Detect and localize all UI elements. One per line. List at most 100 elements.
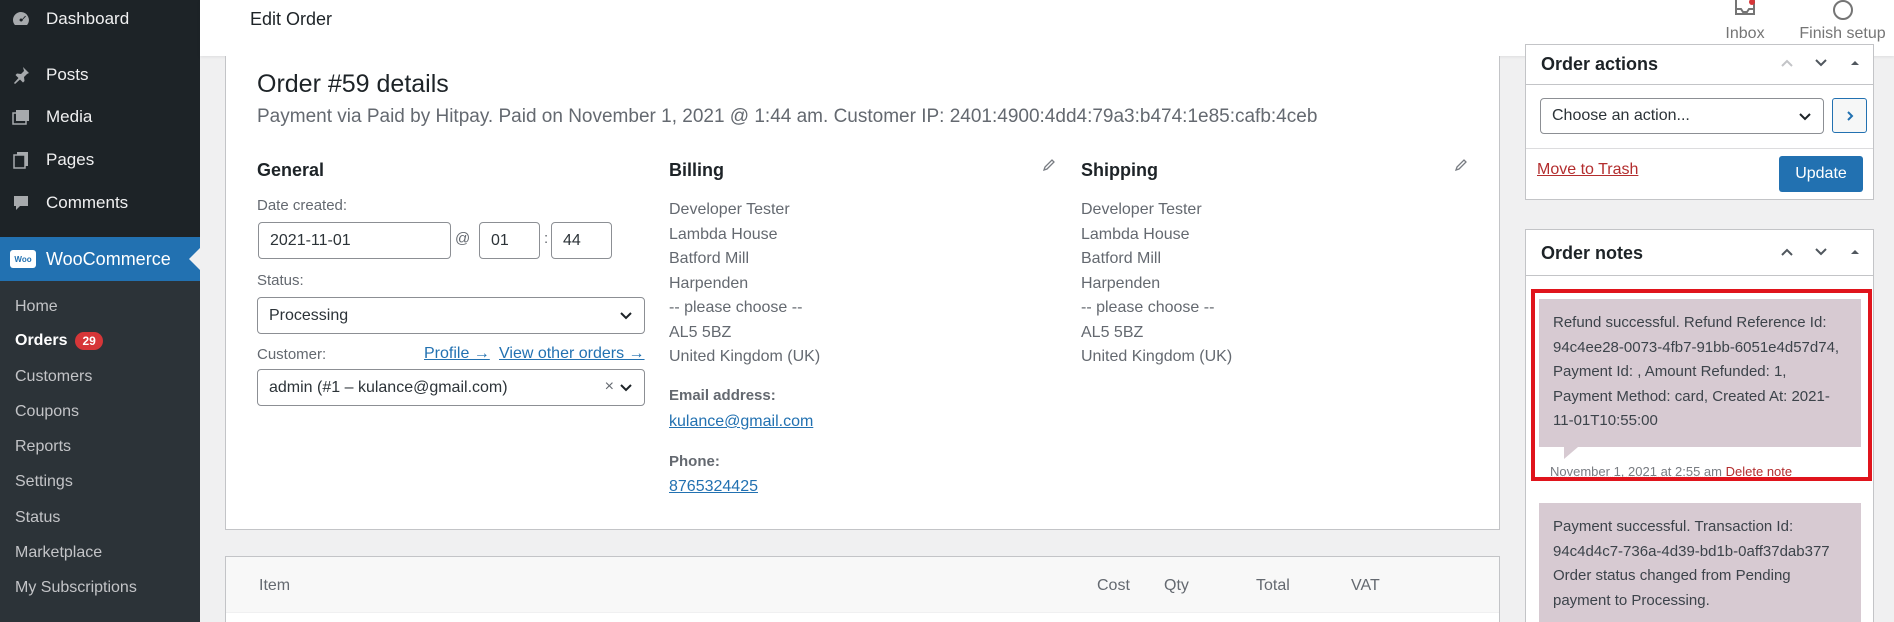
customer-value: admin (#1 – kulance@gmail.com) [269, 379, 508, 397]
sidebar-item-label: Comments [46, 193, 128, 213]
status-value: Processing [269, 307, 348, 325]
submenu-label: Marketplace [15, 544, 102, 562]
divider [1526, 148, 1873, 149]
finish-setup-button[interactable]: Finish setup [1795, 0, 1890, 43]
sidebar-item-label: Dashboard [46, 9, 129, 29]
order-actions-title: Order actions [1541, 54, 1658, 75]
time-separator: : [544, 230, 548, 247]
shipping-address: Developer Tester Lambda House Batford Mi… [1081, 198, 1232, 370]
billing-address: Developer Tester Lambda House Batford Mi… [669, 198, 820, 370]
order-data-panel: Order #59 details Payment via Paid by Hi… [225, 56, 1500, 530]
submenu-label: Status [15, 509, 60, 527]
chevron-down-icon [1797, 109, 1813, 125]
customer-label: Customer: [257, 346, 326, 363]
submenu-item-customers[interactable]: Customers [15, 368, 92, 386]
sidebar-item-label: Pages [46, 150, 94, 170]
progress-ring-icon [1832, 0, 1854, 20]
sidebar-item-woocommerce[interactable]: Woo WooCommerce [0, 237, 200, 281]
billing-email-link[interactable]: kulance@gmail.com [669, 413, 813, 431]
edit-shipping-pencil-icon[interactable] [1454, 158, 1468, 172]
order-action-select[interactable]: Choose an action... [1540, 98, 1824, 134]
order-actions-header: Order actions [1526, 45, 1873, 85]
address-line: Batford Mill [669, 247, 820, 272]
sidebar-item-posts[interactable]: Posts [0, 60, 200, 90]
sidebar-item-label: Media [46, 107, 92, 127]
address-line: United Kingdom (UK) [669, 345, 820, 370]
submenu-item-orders[interactable]: Orders 29 [15, 332, 103, 350]
submenu-item-settings[interactable]: Settings [15, 473, 73, 491]
hour-input[interactable]: 01 [479, 222, 540, 259]
items-table-header: Item Cost Qty Total VAT [226, 557, 1499, 613]
pin-icon [10, 64, 32, 86]
view-other-orders-link[interactable]: View other orders → [499, 345, 645, 363]
minute-input[interactable]: 44 [551, 222, 612, 259]
sidebar-item-pages[interactable]: Pages [0, 145, 200, 175]
clear-customer-icon[interactable]: × [605, 378, 614, 396]
billing-phone-link[interactable]: 8765324425 [669, 478, 758, 496]
move-up-icon[interactable] [1777, 242, 1797, 262]
admin-sidebar: Dashboard Posts Media Pages Comments Woo… [0, 0, 200, 622]
apply-action-button[interactable] [1832, 98, 1867, 133]
submenu-label: Home [15, 298, 58, 316]
address-line: United Kingdom (UK) [1081, 345, 1232, 370]
submenu-label: Coupons [15, 403, 79, 421]
page-title: Edit Order [250, 9, 332, 30]
collapse-toggle-icon[interactable] [1845, 53, 1865, 73]
date-created-input[interactable]: 2021-11-01 [258, 222, 451, 259]
submenu-item-home[interactable]: Home [15, 298, 58, 316]
column-header-vat: VAT [1351, 577, 1380, 595]
submenu-item-marketplace[interactable]: Marketplace [15, 544, 102, 562]
status-select[interactable]: Processing [257, 297, 645, 334]
submenu-label: Customers [15, 368, 92, 386]
comment-icon [10, 192, 32, 214]
column-header-qty: Qty [1164, 577, 1189, 595]
inbox-label: Inbox [1725, 25, 1764, 42]
box-controls [1777, 53, 1865, 73]
address-line: Harpenden [669, 272, 820, 297]
orders-count-badge: 29 [75, 332, 102, 350]
submenu-item-status[interactable]: Status [15, 509, 60, 527]
order-payment-summary: Payment via Paid by Hitpay. Paid on Nove… [257, 106, 1317, 128]
date-created-label: Date created: [257, 197, 347, 214]
sidebar-item-dashboard[interactable]: Dashboard [0, 4, 200, 34]
move-to-trash-link[interactable]: Move to Trash [1537, 161, 1638, 179]
order-actions-box: Order actions Choose an action... Move t… [1525, 44, 1874, 200]
sidebar-item-media[interactable]: Media [0, 102, 200, 132]
update-button[interactable]: Update [1779, 156, 1863, 192]
move-up-icon[interactable] [1777, 53, 1797, 73]
at-separator: @ [455, 230, 470, 247]
order-action-value: Choose an action... [1552, 107, 1690, 125]
move-down-icon[interactable] [1811, 53, 1831, 73]
submenu-item-coupons[interactable]: Coupons [15, 403, 79, 421]
customer-select[interactable]: admin (#1 – kulance@gmail.com) × [257, 369, 645, 406]
sidebar-item-label: WooCommerce [46, 249, 171, 270]
address-line: -- please choose -- [1081, 296, 1232, 321]
status-label: Status: [257, 272, 304, 289]
address-line: Harpenden [1081, 272, 1232, 297]
order-note: Payment successful. Transaction Id: 94c4… [1539, 503, 1861, 622]
order-notes-header: Order notes [1526, 230, 1873, 276]
submenu-item-reports[interactable]: Reports [15, 438, 71, 456]
address-line: AL5 5BZ [1081, 321, 1232, 346]
order-title: Order #59 details [257, 70, 449, 99]
submenu-label: Orders [15, 332, 67, 350]
woocommerce-icon: Woo [10, 250, 36, 268]
sidebar-item-comments[interactable]: Comments [0, 188, 200, 218]
email-label: Email address: [669, 387, 776, 404]
submenu-label: My Subscriptions [15, 579, 137, 597]
address-line: Lambda House [1081, 223, 1232, 248]
move-down-icon[interactable] [1811, 242, 1831, 262]
submenu-item-my-subscriptions[interactable]: My Subscriptions [15, 579, 137, 597]
inbox-button[interactable]: Inbox [1705, 0, 1785, 43]
current-menu-arrow [189, 248, 200, 270]
order-items-panel: Item Cost Qty Total VAT [225, 556, 1500, 622]
submenu-label: Reports [15, 438, 71, 456]
address-line: Lambda House [669, 223, 820, 248]
edit-billing-pencil-icon[interactable] [1042, 158, 1056, 172]
chevron-right-icon [1843, 109, 1857, 123]
phone-label: Phone: [669, 453, 720, 470]
chevron-down-icon [618, 380, 634, 396]
profile-link[interactable]: Profile → [424, 345, 490, 363]
media-icon [10, 106, 32, 128]
collapse-toggle-icon[interactable] [1845, 242, 1865, 262]
